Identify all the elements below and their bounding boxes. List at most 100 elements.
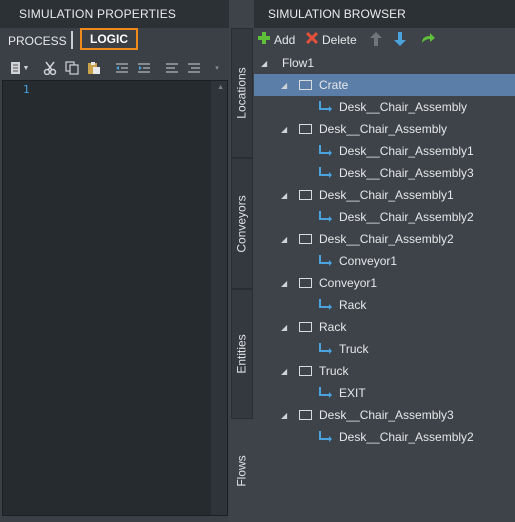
tree-node-label: Crate bbox=[319, 78, 349, 92]
tree-node-desk-chair-assembly2[interactable]: ◢ Desk__Chair_Assembly2 bbox=[254, 228, 515, 250]
add-button[interactable]: Add bbox=[258, 32, 295, 47]
collapse-arrow-icon[interactable]: ◢ bbox=[281, 323, 287, 332]
tab-flows[interactable]: Flows bbox=[231, 419, 253, 522]
tab-process[interactable]: PROCESS bbox=[8, 34, 67, 48]
location-box-icon bbox=[299, 234, 312, 244]
collapse-arrow-icon[interactable]: ◢ bbox=[281, 191, 287, 200]
tree-child[interactable]: Desk__Chair_Assembly2 bbox=[254, 426, 515, 448]
tab-entities[interactable]: Entities bbox=[231, 289, 253, 419]
delete-button[interactable]: Delete bbox=[305, 31, 357, 47]
move-up-button[interactable] bbox=[370, 32, 382, 49]
tree-child[interactable]: Desk__Chair_Assembly3 bbox=[254, 162, 515, 184]
browser-toolbar: Add Delete bbox=[254, 29, 515, 51]
route-link-icon bbox=[319, 211, 332, 222]
tree-child[interactable]: Desk__Chair_Assembly bbox=[254, 96, 515, 118]
properties-tabs: PROCESS LOGIC bbox=[0, 28, 229, 54]
collapse-arrow-icon[interactable]: ◢ bbox=[281, 411, 287, 420]
tree-node-crate[interactable]: ◢ Crate bbox=[254, 74, 515, 96]
move-down-button[interactable] bbox=[394, 32, 406, 49]
route-link-icon bbox=[319, 431, 332, 442]
collapse-arrow-icon[interactable]: ◢ bbox=[281, 279, 287, 288]
tab-divider bbox=[71, 31, 73, 49]
paste-icon[interactable] bbox=[86, 60, 102, 76]
scroll-up-arrow-icon[interactable]: ▲ bbox=[217, 84, 224, 91]
tree-node-truck[interactable]: ◢ Truck bbox=[254, 360, 515, 382]
tree-root-flow1[interactable]: ◢ Flow1 bbox=[254, 52, 515, 74]
tab-flows-label: Flows bbox=[235, 454, 249, 487]
simulation-properties-title: SIMULATION PROPERTIES bbox=[0, 0, 229, 28]
tree-node-label: Desk__Chair_Assembly2 bbox=[319, 232, 454, 246]
redo-arrow-icon bbox=[420, 32, 436, 47]
cut-icon[interactable] bbox=[42, 60, 58, 76]
collapse-arrow-icon[interactable]: ◢ bbox=[281, 125, 287, 134]
indent-icon[interactable] bbox=[136, 60, 152, 76]
tree-child-label: Truck bbox=[339, 342, 369, 356]
delete-x-icon bbox=[305, 31, 319, 47]
location-box-icon bbox=[299, 278, 312, 288]
copy-icon[interactable] bbox=[64, 60, 80, 76]
collapse-arrow-icon[interactable]: ◢ bbox=[281, 367, 287, 376]
route-link-icon bbox=[319, 387, 332, 398]
simulation-browser-panel: SIMULATION BROWSER Add Delete ◢ Flow1 ◢ bbox=[254, 0, 515, 522]
route-link-icon bbox=[319, 343, 332, 354]
arrow-down-icon bbox=[394, 32, 406, 49]
simulation-browser-title: SIMULATION BROWSER bbox=[254, 0, 515, 28]
tree-node-desk-chair-assembly3[interactable]: ◢ Desk__Chair_Assembly3 bbox=[254, 404, 515, 426]
route-link-icon bbox=[319, 299, 332, 310]
tab-locations[interactable]: Locations bbox=[231, 28, 253, 158]
add-label: Add bbox=[274, 32, 296, 47]
tree-child[interactable]: Truck bbox=[254, 338, 515, 360]
simulation-properties-panel: SIMULATION PROPERTIES PROCESS LOGIC ▼ ▾ … bbox=[0, 0, 229, 522]
route-link-icon bbox=[319, 167, 332, 178]
toolbar-overflow-icon[interactable]: ▾ bbox=[212, 60, 222, 76]
tab-logic[interactable]: LOGIC bbox=[80, 28, 138, 50]
location-box-icon bbox=[299, 410, 312, 420]
tree-root-label: Flow1 bbox=[282, 56, 315, 70]
tree-node-label: Desk__Chair_Assembly bbox=[319, 122, 448, 136]
tree-child[interactable]: Conveyor1 bbox=[254, 250, 515, 272]
location-box-icon bbox=[299, 80, 312, 90]
tab-conveyors-label: Conveyors bbox=[235, 194, 250, 253]
tree-node-conveyor1[interactable]: ◢ Conveyor1 bbox=[254, 272, 515, 294]
tree-child-label: Desk__Chair_Assembly1 bbox=[339, 144, 474, 158]
vertical-tab-strip: Locations Conveyors Entities Flows bbox=[231, 28, 253, 522]
logic-toolbar: ▼ ▾ bbox=[0, 56, 229, 80]
plus-icon bbox=[258, 32, 270, 47]
tree-child[interactable]: Desk__Chair_Assembly1 bbox=[254, 140, 515, 162]
tab-conveyors[interactable]: Conveyors bbox=[231, 158, 253, 289]
tree-node-rack[interactable]: ◢ Rack bbox=[254, 316, 515, 338]
route-link-icon bbox=[319, 145, 332, 156]
tree-child-label: Desk__Chair_Assembly bbox=[339, 100, 468, 114]
tree-child-label: Desk__Chair_Assembly2 bbox=[339, 210, 474, 224]
delete-label: Delete bbox=[322, 32, 357, 47]
redo-button[interactable] bbox=[420, 32, 436, 47]
collapse-arrow-icon[interactable]: ◢ bbox=[281, 81, 287, 90]
tree-child[interactable]: EXIT bbox=[254, 382, 515, 404]
tree-child-label: Rack bbox=[339, 298, 367, 312]
tree-node-desk-chair-assembly[interactable]: ◢ Desk__Chair_Assembly bbox=[254, 118, 515, 140]
location-box-icon bbox=[299, 366, 312, 376]
uncomment-lines-icon[interactable] bbox=[186, 60, 202, 76]
tree-child-label: Desk__Chair_Assembly3 bbox=[339, 166, 474, 180]
tree-child-label: Desk__Chair_Assembly2 bbox=[339, 430, 474, 444]
dropdown-arrow-icon[interactable]: ▼ bbox=[22, 60, 30, 76]
tree-node-label: Conveyor1 bbox=[319, 276, 378, 290]
tree-node-desk-chair-assembly1[interactable]: ◢ Desk__Chair_Assembly1 bbox=[254, 184, 515, 206]
location-box-icon bbox=[299, 322, 312, 332]
outdent-icon[interactable] bbox=[114, 60, 130, 76]
collapse-arrow-icon[interactable]: ◢ bbox=[261, 59, 267, 68]
arrow-up-icon bbox=[370, 32, 382, 49]
location-box-icon bbox=[299, 190, 312, 200]
collapse-arrow-icon[interactable]: ◢ bbox=[281, 235, 287, 244]
logic-code-editor[interactable]: 1 ▲ bbox=[2, 80, 228, 516]
tab-entities-label: Entities bbox=[235, 334, 250, 374]
line-number: 1 bbox=[23, 83, 30, 96]
comment-lines-icon[interactable] bbox=[164, 60, 180, 76]
tree-node-label: Truck bbox=[319, 364, 349, 378]
tree-child[interactable]: Rack bbox=[254, 294, 515, 316]
location-box-icon bbox=[299, 124, 312, 134]
editor-scrollbar[interactable]: ▲ bbox=[211, 81, 227, 515]
route-link-icon bbox=[319, 255, 332, 266]
tree-child-label: Conveyor1 bbox=[339, 254, 398, 268]
tree-child[interactable]: Desk__Chair_Assembly2 bbox=[254, 206, 515, 228]
